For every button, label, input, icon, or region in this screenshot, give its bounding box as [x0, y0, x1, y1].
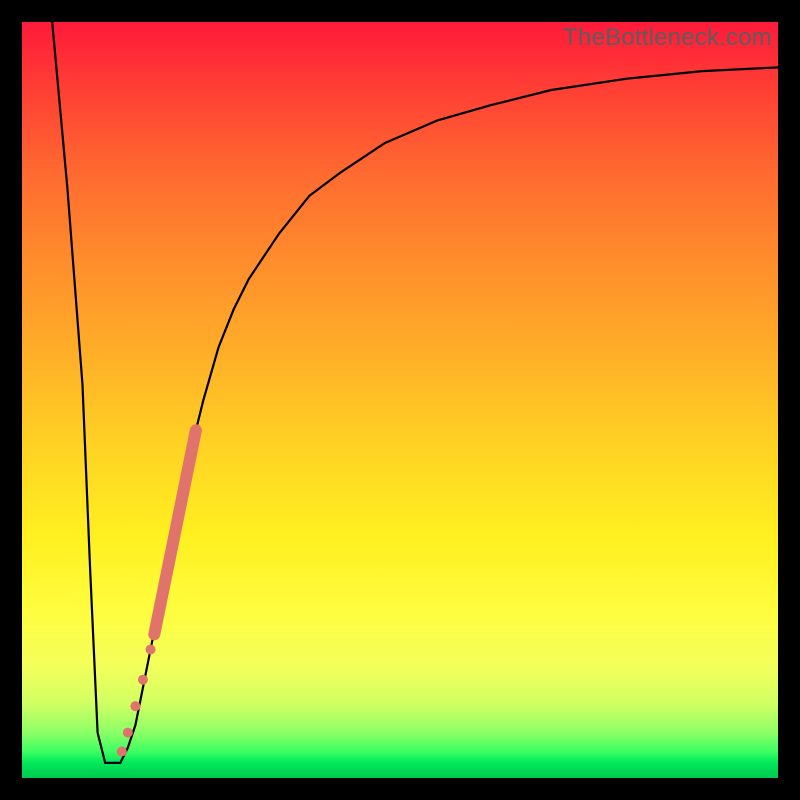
curve-layer	[22, 22, 778, 778]
chart-frame: TheBottleneck.com	[0, 0, 800, 800]
bottleneck-curve	[52, 22, 778, 763]
highlighted-segment	[117, 430, 196, 756]
plot-area: TheBottleneck.com	[22, 22, 778, 778]
